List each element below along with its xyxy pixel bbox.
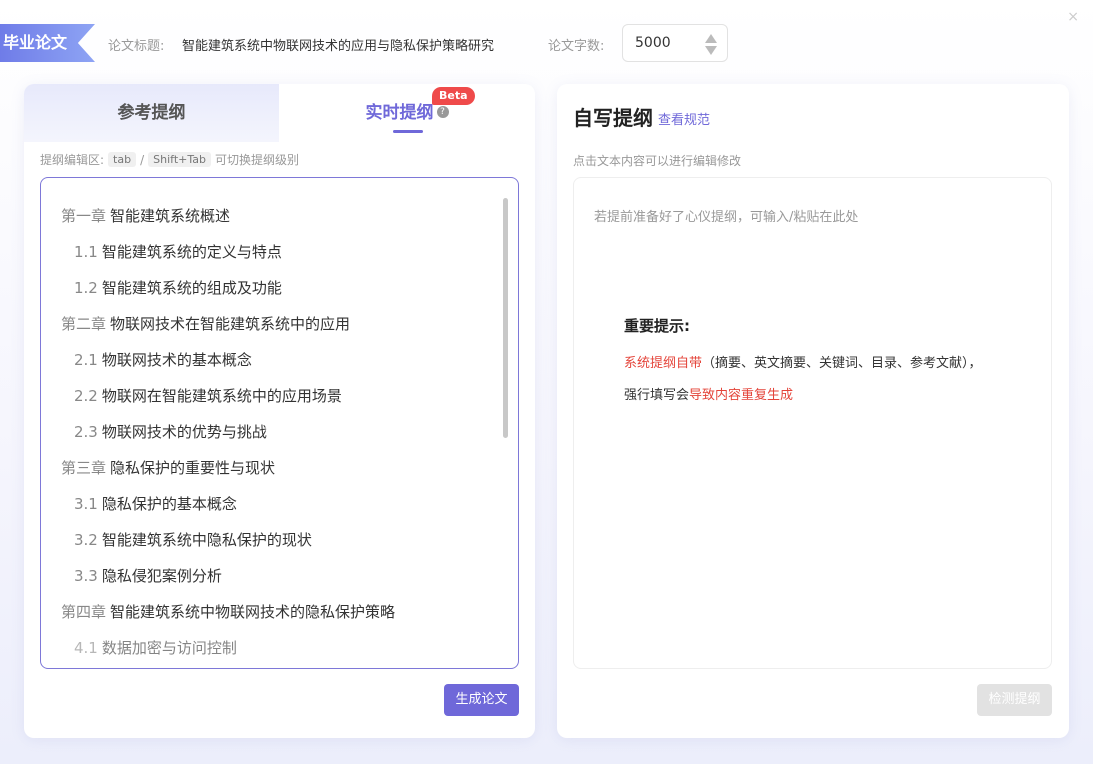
editor-hint: 提纲编辑区: tab / Shift+Tab 可切换提纲级别: [40, 151, 299, 168]
outline-chapter[interactable]: 第四章 智能建筑系统中物联网技术的隐私保护策略: [61, 594, 501, 630]
notice-line-2-highlight: 导致内容重复生成: [689, 388, 794, 403]
outline-panel: 参考提纲 实时提纲? Beta 提纲编辑区: tab / Shift+Tab 可…: [24, 84, 535, 738]
notice-line-1-text: （摘要、英文摘要、关键词、目录、参考文献），: [702, 356, 982, 371]
outline-text: 隐私侵犯案例分析: [101, 567, 222, 585]
view-guidelines-link[interactable]: 查看规范: [658, 109, 710, 128]
outline-section[interactable]: 3.1 隐私保护的基本概念: [61, 486, 501, 522]
outline-section[interactable]: 2.3 物联网技术的优势与挑战: [61, 414, 501, 450]
word-count-stepper[interactable]: [705, 31, 717, 58]
check-outline-button[interactable]: 检测提纲: [977, 684, 1052, 716]
word-count-value[interactable]: 5000: [635, 35, 671, 51]
outline-number: 第二章: [61, 315, 107, 333]
active-tab-indicator: [393, 130, 423, 133]
notice-line-2-text: 强行填写会: [624, 388, 690, 403]
outline-text: 物联网技术的优势与挑战: [101, 423, 267, 441]
outline-tabs: 参考提纲 实时提纲? Beta: [24, 84, 535, 142]
editor-hint-prefix: 提纲编辑区:: [40, 153, 105, 167]
outline-text: 智能建筑系统中隐私保护的现状: [101, 531, 312, 549]
outline-number: 2.3: [74, 423, 98, 441]
outline-section[interactable]: 2.1 物联网技术的基本概念: [61, 342, 501, 378]
outline-text: 智能建筑系统的定义与特点: [101, 243, 282, 261]
editor-scrollbar[interactable]: [503, 198, 508, 438]
key-tab: tab: [108, 152, 137, 167]
outline-text: 隐私保护的基本概念: [101, 495, 237, 513]
outline-number: 2.2: [74, 387, 98, 405]
outline-section[interactable]: 3.2 智能建筑系统中隐私保护的现状: [61, 522, 501, 558]
outline-editor[interactable]: 第一章 智能建筑系统概述 1.1 智能建筑系统的定义与特点 1.2 智能建筑系统的组成及功…: [40, 177, 519, 669]
notice-line-1-highlight: 系统提纲自带: [624, 356, 703, 371]
notice-line-1: 系统提纲自带（摘要、英文摘要、关键词、目录、参考文献），: [624, 352, 982, 371]
title-value[interactable]: 智能建筑系统中物联网技术的应用与隐私保护策略研究: [182, 35, 494, 54]
custom-outline-title: 自写提纲: [573, 106, 653, 130]
decrement-arrow-icon[interactable]: [705, 46, 717, 55]
title-label: 论文标题:: [108, 39, 165, 54]
outline-number: 3.1: [74, 495, 98, 513]
outline-number: 1.2: [74, 279, 98, 297]
outline-number: 3.2: [74, 531, 98, 549]
outline-text: 智能建筑系统的组成及功能: [101, 279, 282, 297]
outline-chapter[interactable]: 第二章 物联网技术在智能建筑系统中的应用: [61, 306, 501, 342]
outline-number: 第三章: [61, 459, 107, 477]
custom-outline-input[interactable]: 若提前准备好了心仪提纲，可输入/粘贴在此处 重要提示: 系统提纲自带（摘要、英文…: [573, 177, 1052, 669]
custom-outline-panel: 自写提纲 查看规范 点击文本内容可以进行编辑修改 若提前准备好了心仪提纲，可输入…: [557, 84, 1069, 738]
outline-number: 第四章: [61, 603, 107, 621]
outline-text: 智能建筑系统中物联网技术的隐私保护策略: [110, 603, 396, 621]
close-icon[interactable]: ×: [1067, 9, 1079, 25]
generate-paper-button[interactable]: 生成论文: [444, 684, 519, 716]
outline-chapter[interactable]: 第一章 智能建筑系统概述: [61, 198, 501, 234]
notice-title: 重要提示:: [624, 317, 690, 335]
word-count-label: 论文字数:: [548, 39, 605, 54]
key-separator: /: [140, 152, 145, 167]
editor-hint-suffix: 可切换提纲级别: [214, 153, 299, 167]
outline-text: 物联网在智能建筑系统中的应用场景: [101, 387, 342, 405]
tab-live-outline[interactable]: 实时提纲?: [279, 84, 535, 142]
tab-live-label: 实时提纲: [365, 103, 434, 123]
outline-list: 第一章 智能建筑系统概述 1.1 智能建筑系统的定义与特点 1.2 智能建筑系统的组成及功…: [61, 198, 501, 666]
outline-section[interactable]: 3.3 隐私侵犯案例分析: [61, 558, 501, 594]
outline-text: 物联网技术的基本概念: [101, 351, 252, 369]
increment-arrow-icon[interactable]: [705, 34, 717, 43]
help-icon[interactable]: ?: [436, 105, 449, 118]
top-bar: 毕业论文 论文标题: 智能建筑系统中物联网技术的应用与隐私保护策略研究 论文字数…: [0, 0, 1093, 86]
outline-text: 智能建筑系统概述: [110, 207, 231, 225]
notice-line-2: 强行填写会导致内容重复生成: [624, 384, 793, 403]
outline-number: 2.1: [74, 351, 98, 369]
outline-section[interactable]: 1.1 智能建筑系统的定义与特点: [61, 234, 501, 270]
custom-outline-hint: 点击文本内容可以进行编辑修改: [573, 154, 742, 168]
outline-text: 数据加密与访问控制: [101, 639, 237, 657]
outline-number: 3.3: [74, 567, 98, 585]
outline-text: 隐私保护的重要性与现状: [110, 459, 276, 477]
tab-reference-outline[interactable]: 参考提纲: [24, 84, 279, 142]
outline-chapter[interactable]: 第三章 隐私保护的重要性与现状: [61, 450, 501, 486]
outline-text: 物联网技术在智能建筑系统中的应用: [110, 315, 351, 333]
thesis-type-badge: 毕业论文: [0, 24, 95, 62]
custom-outline-placeholder: 若提前准备好了心仪提纲，可输入/粘贴在此处: [594, 210, 859, 225]
outline-number: 1.1: [74, 243, 98, 261]
outline-section[interactable]: 4.1 数据加密与访问控制: [61, 630, 501, 666]
beta-badge: Beta: [432, 87, 475, 105]
word-count-input[interactable]: 5000: [622, 24, 728, 62]
key-shift-tab: Shift+Tab: [148, 152, 211, 167]
outline-number: 第一章: [61, 207, 107, 225]
outline-section[interactable]: 2.2 物联网在智能建筑系统中的应用场景: [61, 378, 501, 414]
outline-section[interactable]: 1.2 智能建筑系统的组成及功能: [61, 270, 501, 306]
outline-number: 4.1: [74, 639, 98, 657]
